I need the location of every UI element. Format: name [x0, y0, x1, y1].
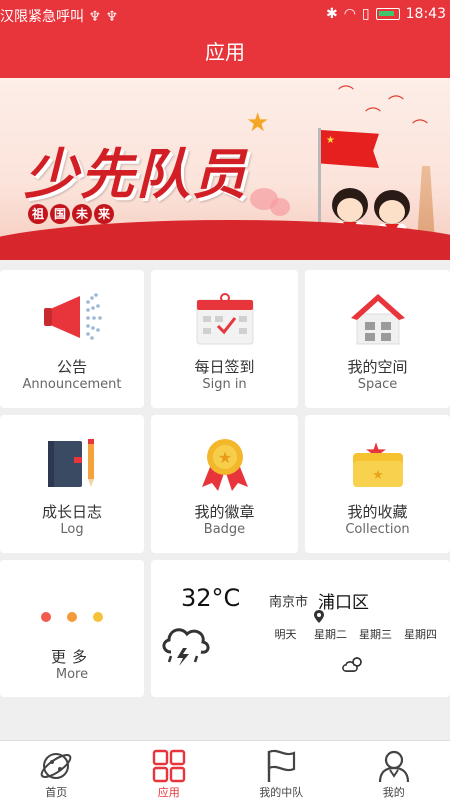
forecast-day-label: 明天: [274, 628, 297, 641]
house-icon: [350, 294, 405, 345]
app-announcement[interactable]: 公告 Announcement: [0, 270, 144, 408]
weather-location: 南京市 浦口区: [269, 588, 370, 623]
weather-widget[interactable]: 32°C 南京市 浦口区 明天 星期二 星期三 星期四: [151, 560, 450, 697]
app-label-cn: 我的徽章: [194, 503, 255, 521]
app-label-en: Announcement: [22, 377, 122, 392]
wifi-icon: ◠: [343, 6, 356, 22]
app-sign-in[interactable]: 每日签到 Sign in: [151, 270, 298, 408]
more-dot-3: [93, 612, 103, 622]
star-folder-icon: ★ ★: [352, 438, 403, 487]
apps-grid-icon: [152, 749, 185, 783]
calendar-check-icon: [196, 293, 253, 345]
nav-item-mine[interactable]: 我的: [338, 741, 450, 800]
app-label-cn: 公告: [56, 358, 87, 376]
svg-text:★: ★: [372, 468, 384, 483]
page-title: 应用: [0, 30, 450, 78]
bluetooth-icon: ✱: [325, 6, 338, 22]
banner-image[interactable]: ⌒ ⌒ ⌒ ⌒ ★ ★ 少先队员 祖 国 未 来: [0, 78, 450, 260]
app-label-cn: 每日签到: [194, 358, 255, 376]
weather-city: 南京市: [269, 595, 309, 610]
bottom-nav: 首页 应用 我的中队 我的: [0, 740, 450, 800]
app-label-en: Log: [60, 522, 84, 537]
app-label-cn: 我的空间: [347, 358, 408, 376]
app-label-en: Badge: [203, 522, 246, 537]
sim-alert-icon: ▯: [361, 6, 370, 22]
app-label-cn: 成长日志: [41, 503, 102, 521]
nav-label: 我的: [382, 786, 405, 799]
more-dots: [0, 612, 144, 622]
app-label-en: Space: [357, 377, 398, 392]
torch-icon: ★: [246, 108, 270, 138]
flag-icon: [268, 749, 296, 782]
planet-icon: [40, 753, 72, 779]
forecast-day: 明天: [263, 626, 362, 672]
svg-text:★: ★: [217, 448, 231, 467]
nav-item-home[interactable]: 首页: [0, 741, 113, 800]
notebook-pencil-icon: [48, 439, 94, 487]
banner-title: 少先队员: [24, 143, 248, 206]
app-label-cn: 我的收藏: [347, 503, 408, 521]
status-time: 18:43: [405, 6, 446, 22]
cloudy-sun-icon: [342, 657, 362, 672]
location-pin-icon: [314, 610, 324, 623]
forecast-day: 星期二: [308, 626, 362, 672]
megaphone-icon: [44, 293, 102, 340]
battery-icon: [375, 8, 400, 20]
forecast-day-label: 星期二: [314, 628, 347, 641]
more-dot-2: [67, 612, 77, 622]
person-icon: [378, 750, 409, 783]
app-label-en: Collection: [345, 522, 410, 537]
app-label-en: Sign in: [202, 377, 247, 392]
more-dot-1: [41, 612, 51, 622]
status-carrier-text: 汉限紧急呼叫 ♆ ♆: [0, 9, 119, 25]
more-label-en: More: [55, 667, 89, 682]
banner-subtitle: 祖 国 未 来: [28, 204, 114, 224]
more-label-cn: 更多: [50, 648, 93, 666]
nav-label: 应用: [157, 786, 180, 799]
weather-forecast: 明天 星期二 星期三 星期四: [263, 626, 443, 672]
nav-label: 首页: [45, 786, 68, 799]
forecast-day-label: 星期三: [359, 628, 392, 641]
forecast-day: 星期四: [342, 626, 443, 672]
weather-district: 浦口区: [318, 593, 370, 613]
app-badge[interactable]: ★ 我的徽章 Badge: [151, 415, 298, 553]
nav-item-squad[interactable]: 我的中队: [225, 741, 338, 800]
app-more[interactable]: 更多 More: [0, 560, 144, 697]
medal-icon: ★: [201, 439, 248, 491]
app-collection[interactable]: ★ ★ 我的收藏 Collection: [305, 415, 450, 553]
nav-item-apps[interactable]: 应用: [113, 741, 226, 800]
status-bar: 汉限紧急呼叫 ♆ ♆ ✱ ◠ ▯ 18:43: [0, 0, 450, 30]
app-log[interactable]: 成长日志 Log: [0, 415, 144, 553]
app-space[interactable]: 我的空间 Space: [305, 270, 450, 408]
nav-label: 我的中队: [259, 786, 304, 799]
weather-temperature: 32°C: [181, 584, 241, 612]
forecast-day: 星期三: [342, 626, 398, 672]
thunderstorm-icon: [162, 628, 210, 666]
forecast-day-label: 星期四: [404, 628, 437, 641]
